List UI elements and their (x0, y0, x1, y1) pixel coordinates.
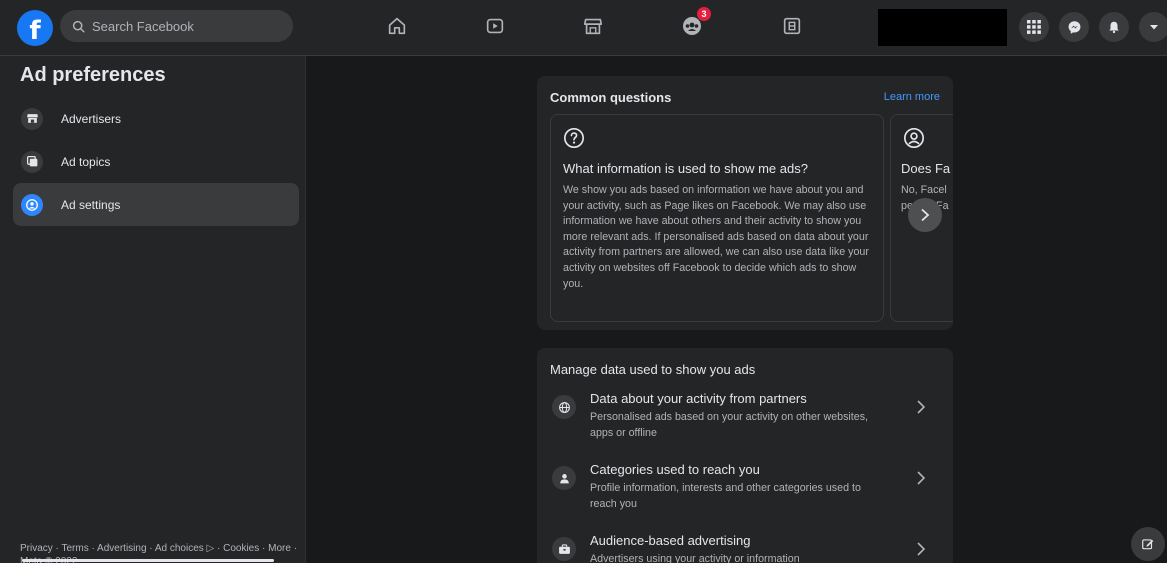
manage-data-row-audience[interactable]: Audience-based advertising Advertisers u… (550, 533, 940, 563)
sidebar-item-label: Advertisers (61, 111, 122, 126)
watch-icon (486, 18, 504, 34)
row-description: Personalised ads based on your activity … (590, 411, 869, 439)
chevron-right-icon (917, 400, 926, 414)
topics-icon (26, 155, 37, 167)
briefcase-icon-wrapper (552, 537, 576, 561)
sidebar-item-label: Ad topics (61, 154, 111, 169)
sidebar-item-advertisers[interactable]: Advertisers (13, 97, 299, 140)
common-questions-title: Common questions (550, 90, 672, 105)
question-body: We show you ads based on information we … (563, 184, 869, 290)
ad-settings-icon-wrapper (21, 193, 43, 216)
nav-marketplace[interactable] (563, 9, 623, 43)
globe-icon-wrapper (552, 395, 576, 419)
nav-groups[interactable]: 3 (662, 7, 722, 43)
common-questions-card: Common questions Learn more What informa… (537, 76, 953, 330)
sidebar-item-ad-topics[interactable]: Ad topics (13, 140, 299, 183)
globe-icon (558, 401, 570, 413)
sidebar-item-ad-settings[interactable]: Ad settings (13, 183, 299, 226)
messenger-icon (1068, 20, 1080, 34)
chevron-right-icon (921, 208, 930, 222)
menu-grid-icon (1027, 20, 1041, 34)
notifications-button[interactable] (1099, 12, 1129, 42)
manage-data-row-categories[interactable]: Categories used to reach you Profile inf… (550, 462, 940, 514)
carousel-next-button[interactable] (908, 198, 942, 232)
ad-settings-icon (26, 198, 38, 211)
manage-data-row-partners[interactable]: Data about your activity from partners P… (550, 391, 940, 443)
person-icon (559, 473, 569, 483)
home-icon (388, 17, 406, 35)
compose-icon (1142, 539, 1154, 550)
question-title: Does Fa (901, 161, 951, 176)
top-navigation-bar: f 3 (0, 0, 1167, 56)
menu-button[interactable] (1019, 12, 1049, 42)
question-title: What information is used to show me ads? (563, 161, 808, 176)
chevron-right-icon (917, 471, 926, 485)
nav-gaming[interactable] (762, 9, 822, 43)
row-description: Profile information, interests and other… (590, 482, 861, 510)
briefcase-icon (558, 543, 570, 554)
messenger-button[interactable] (1059, 12, 1089, 42)
page-title: Ad preferences (20, 64, 166, 86)
row-title: Categories used to reach you (590, 462, 760, 477)
manage-data-title: Manage data used to show you ads (550, 362, 756, 377)
nav-home[interactable] (367, 9, 427, 43)
learn-more-link[interactable]: Learn more (884, 91, 940, 103)
row-title: Audience-based advertising (590, 533, 751, 548)
manage-data-card: Manage data used to show you ads Data ab… (537, 348, 953, 563)
row-title: Data about your activity from partners (590, 391, 807, 406)
search-icon (72, 20, 85, 33)
question-icon (564, 128, 584, 148)
new-message-button[interactable] (1131, 527, 1165, 561)
account-caret-icon (1150, 25, 1158, 30)
sidebar: Ad preferences Advertisers Ad topics Ad … (0, 56, 306, 563)
facebook-logo[interactable]: f (17, 10, 53, 46)
sidebar-scrollbar[interactable] (22, 559, 274, 562)
sidebar-item-label: Ad settings (61, 197, 121, 212)
person-icon (904, 128, 924, 148)
chevron-right-icon (917, 542, 926, 556)
person-icon-wrapper (552, 466, 576, 490)
notifications-icon (1109, 21, 1119, 34)
groups-notification-badge: 3 (697, 7, 711, 21)
topics-icon-wrapper (21, 150, 43, 173)
search-bar[interactable] (60, 10, 293, 42)
account-button[interactable] (1139, 12, 1167, 42)
gaming-icon (783, 17, 801, 35)
row-description: Advertisers using your activity or infor… (590, 553, 800, 563)
nav-watch[interactable] (465, 9, 525, 43)
marketplace-icon (583, 18, 603, 35)
search-input[interactable] (92, 18, 282, 34)
storefront-icon-wrapper (21, 107, 43, 130)
facebook-logo-letter: f (29, 16, 41, 46)
redacted-profile (878, 9, 1007, 46)
question-card[interactable]: What information is used to show me ads?… (550, 114, 884, 322)
storefront-icon (26, 114, 38, 123)
